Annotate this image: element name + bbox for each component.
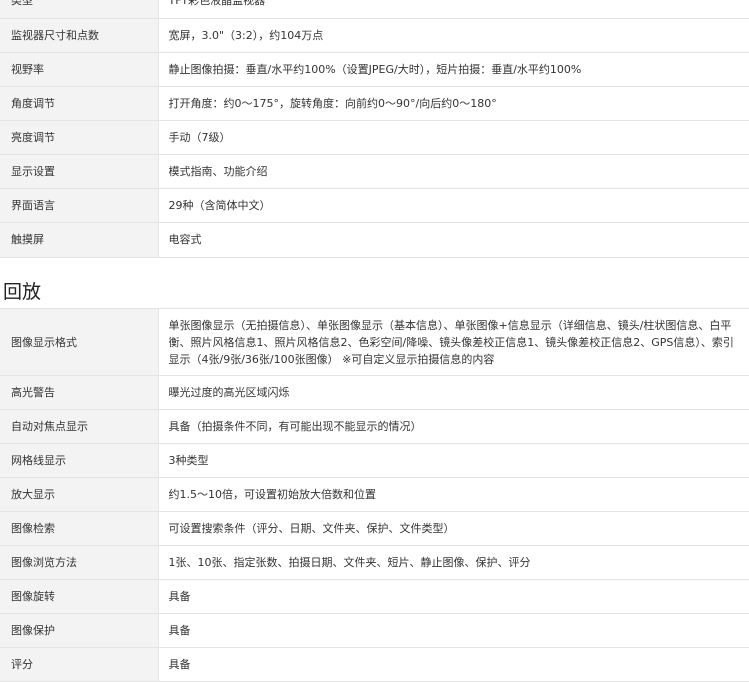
table-row: 评分 具备 bbox=[0, 647, 749, 682]
spec-label: 界面语言 bbox=[0, 188, 159, 223]
spec-label: 亮度调节 bbox=[0, 120, 159, 155]
spec-value: 打开角度：约0～175°，旋转角度：向前约0～90°/向后约0～180° bbox=[158, 86, 749, 121]
spec-value: 约1.5～10倍，可设置初始放大倍数和位置 bbox=[158, 477, 749, 512]
display-spec-table: 类型 TFT彩色液晶监视器 监视器尺寸和点数 宽屏，3.0"（3:2），约104… bbox=[0, 0, 749, 258]
spec-label: 类型 bbox=[0, 0, 159, 19]
table-row: 界面语言 29种（含简体中文） bbox=[0, 188, 749, 223]
table-row: 高光警告 曝光过度的高光区域闪烁 bbox=[0, 375, 749, 410]
table-row: 图像保护 具备 bbox=[0, 613, 749, 648]
spec-value: 1张、10张、指定张数、拍摄日期、文件夹、短片、静止图像、保护、评分 bbox=[158, 545, 749, 580]
spec-label: 图像旋转 bbox=[0, 579, 159, 614]
table-row: 触摸屏 电容式 bbox=[0, 222, 749, 258]
spec-value: 静止图像拍摄：垂直/水平约100%（设置JPEG/大时），短片拍摄：垂直/水平约… bbox=[158, 52, 749, 87]
table-row: 显示设置 模式指南、功能介绍 bbox=[0, 154, 749, 189]
spec-value: 曝光过度的高光区域闪烁 bbox=[158, 375, 749, 410]
spec-value: 模式指南、功能介绍 bbox=[158, 154, 749, 189]
spec-value: 具备 bbox=[158, 613, 749, 648]
table-row: 类型 TFT彩色液晶监视器 bbox=[0, 0, 749, 19]
section-heading-playback: 回放 bbox=[3, 281, 42, 303]
table-row: 图像显示格式 单张图像显示（无拍摄信息）、单张图像显示（基本信息）、单张图像+信… bbox=[0, 308, 749, 376]
spec-label: 评分 bbox=[0, 647, 159, 682]
spec-label: 监视器尺寸和点数 bbox=[0, 18, 159, 53]
table-row: 视野率 静止图像拍摄：垂直/水平约100%（设置JPEG/大时），短片拍摄：垂直… bbox=[0, 52, 749, 87]
spec-value: 具备（拍摄条件不同，有可能出现不能显示的情况） bbox=[158, 409, 749, 444]
display-spec-section: 类型 TFT彩色液晶监视器 监视器尺寸和点数 宽屏，3.0"（3:2），约104… bbox=[0, 0, 749, 258]
table-row: 亮度调节 手动（7级） bbox=[0, 120, 749, 155]
spec-label: 显示设置 bbox=[0, 154, 159, 189]
spec-value: 具备 bbox=[158, 647, 749, 682]
table-row: 放大显示 约1.5～10倍，可设置初始放大倍数和位置 bbox=[0, 477, 749, 512]
spec-value: 3种类型 bbox=[158, 443, 749, 478]
spec-label: 放大显示 bbox=[0, 477, 159, 512]
spec-value: 宽屏，3.0"（3:2），约104万点 bbox=[158, 18, 749, 53]
spec-label: 高光警告 bbox=[0, 375, 159, 410]
spec-value: 电容式 bbox=[158, 222, 749, 258]
spec-value: 可设置搜索条件（评分、日期、文件夹、保护、文件类型） bbox=[158, 511, 749, 546]
table-row: 网格线显示 3种类型 bbox=[0, 443, 749, 478]
spec-label: 角度调节 bbox=[0, 86, 159, 121]
spec-value: 单张图像显示（无拍摄信息）、单张图像显示（基本信息）、单张图像+信息显示（详细信… bbox=[158, 308, 749, 376]
table-row: 图像旋转 具备 bbox=[0, 579, 749, 614]
table-row: 自动对焦点显示 具备（拍摄条件不同，有可能出现不能显示的情况） bbox=[0, 409, 749, 444]
table-row: 角度调节 打开角度：约0～175°，旋转角度：向前约0～90°/向后约0～180… bbox=[0, 86, 749, 121]
spec-label: 网格线显示 bbox=[0, 443, 159, 478]
spec-label: 图像检索 bbox=[0, 511, 159, 546]
spec-value: TFT彩色液晶监视器 bbox=[158, 0, 749, 19]
table-row: 监视器尺寸和点数 宽屏，3.0"（3:2），约104万点 bbox=[0, 18, 749, 53]
playback-spec-section: 图像显示格式 单张图像显示（无拍摄信息）、单张图像显示（基本信息）、单张图像+信… bbox=[0, 308, 749, 682]
spec-value: 29种（含简体中文） bbox=[158, 188, 749, 223]
spec-label: 图像浏览方法 bbox=[0, 545, 159, 580]
spec-label: 图像保护 bbox=[0, 613, 159, 648]
table-row: 图像检索 可设置搜索条件（评分、日期、文件夹、保护、文件类型） bbox=[0, 511, 749, 546]
spec-label: 自动对焦点显示 bbox=[0, 409, 159, 444]
spec-value: 手动（7级） bbox=[158, 120, 749, 155]
spec-value: 具备 bbox=[158, 579, 749, 614]
spec-label: 触摸屏 bbox=[0, 222, 159, 258]
table-row: 图像浏览方法 1张、10张、指定张数、拍摄日期、文件夹、短片、静止图像、保护、评… bbox=[0, 545, 749, 580]
spec-label: 视野率 bbox=[0, 52, 159, 87]
playback-spec-table: 图像显示格式 单张图像显示（无拍摄信息）、单张图像显示（基本信息）、单张图像+信… bbox=[0, 308, 749, 682]
spec-label: 图像显示格式 bbox=[0, 308, 159, 376]
